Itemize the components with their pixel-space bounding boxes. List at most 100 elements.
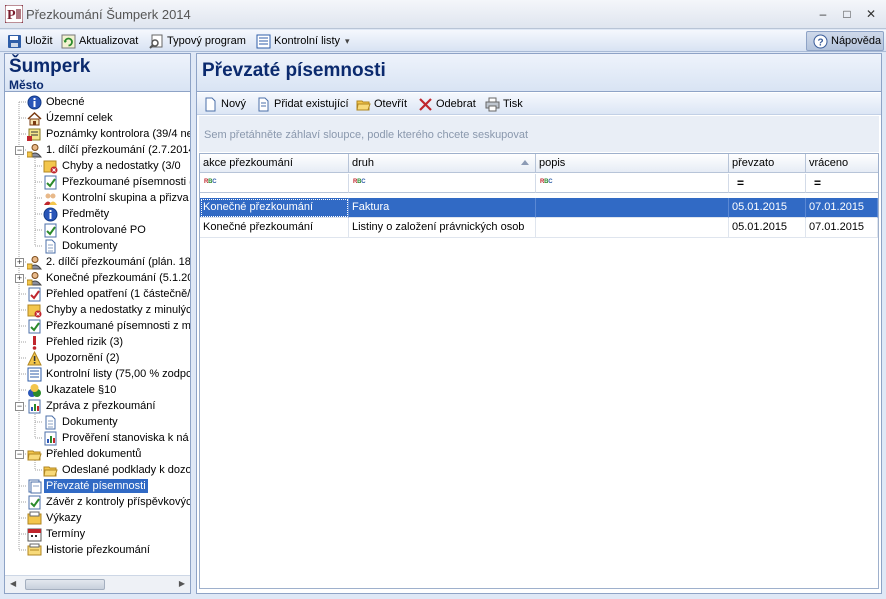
table-cell-prevzato[interactable]: 05.01.2015 [729, 198, 806, 218]
history-icon [27, 543, 42, 555]
add-document-icon [258, 97, 269, 111]
tree-item[interactable]: Ukazatele §10 [27, 382, 118, 398]
table-cell-druh[interactable]: Listiny o založení právnických osob [349, 218, 536, 238]
filter-vraceno[interactable]: = [806, 174, 878, 193]
report-icon [44, 431, 57, 445]
filter-akce[interactable]: RBC [200, 174, 349, 193]
tree-item[interactable]: Historie přezkoumání [27, 542, 152, 558]
risk-icon [32, 335, 37, 350]
table-cell-akce[interactable]: Konečné přezkoumání [200, 198, 349, 218]
tree-item[interactable]: Výkazy [27, 510, 83, 526]
collapse-icon[interactable]: − [15, 450, 24, 459]
column-header-akce[interactable]: akce přezkoumání [200, 154, 349, 173]
table-cell-akce[interactable]: Konečné přezkoumání [200, 218, 349, 238]
tree-item-label: Zpráva z přezkoumání [46, 400, 156, 412]
column-header-prevzato[interactable]: převzato [729, 154, 806, 173]
table-cell-popis[interactable] [536, 218, 729, 238]
delete-x-icon [419, 97, 432, 111]
tree-item-label: Historie přezkoumání [46, 544, 150, 556]
table-cell-druh[interactable]: Faktura [349, 198, 536, 218]
checklists-dropdown[interactable]: Kontrolní listy ▾ [254, 32, 352, 50]
printer-icon [485, 97, 500, 111]
tree-item[interactable]: Kontrolní listy (75,00 % zodpc [27, 366, 190, 382]
horizontal-scrollbar[interactable]: ◀ ▶ [5, 575, 190, 593]
title-bar: P Přezkoumání Šumperk 2014 – □ ✕ [0, 0, 886, 29]
tree-item[interactable]: Přehled opatření (1 částečně/ [27, 286, 190, 302]
scrollbar-thumb[interactable] [25, 579, 105, 590]
filter-popis[interactable]: RBC [536, 174, 729, 193]
tree-item[interactable]: Přehled rizik (3) [27, 334, 125, 350]
tree-item-label: Obecné [46, 96, 85, 108]
new-button[interactable]: Nový [203, 96, 246, 112]
tree-item[interactable]: Předměty [43, 206, 111, 222]
tree-item[interactable]: 1. dílčí přezkoumání (2.7.2014 [27, 142, 190, 158]
tree-item[interactable]: Přezkoumané písemnosti ( [43, 174, 190, 190]
group-by-panel[interactable]: Sem přetáhněte záhlaví sloupce, podle kt… [199, 116, 879, 152]
collapse-icon[interactable]: − [15, 146, 24, 155]
help-button[interactable]: ? Nápověda [806, 31, 884, 51]
tree-item[interactable]: Chyby a nedostatky (3/0 [43, 158, 183, 174]
tree-item[interactable]: Územní celek [27, 110, 115, 126]
tree-item[interactable]: Prověření stanoviska k ná [43, 430, 190, 446]
expand-icon[interactable]: + [15, 258, 24, 267]
minimize-button[interactable]: – [814, 6, 832, 22]
tree-item[interactable]: Závěr z kontroly příspěvkovýc [27, 494, 190, 510]
column-header-popis[interactable]: popis [536, 154, 729, 173]
expand-icon[interactable]: + [15, 274, 24, 283]
tree-item[interactable]: 2. dílčí přezkoumání (plán. 18. [27, 254, 190, 270]
content-panel: Převzaté písemnosti Nový Přidat existují… [196, 53, 882, 594]
navigation-panel: Šumperk Město Obecné Územní celek Poznámky… [4, 53, 191, 594]
refresh-button[interactable]: Aktualizovat [59, 32, 140, 50]
filter-prevzato[interactable]: = [729, 174, 806, 193]
scroll-right-arrow-icon[interactable]: ▶ [179, 579, 185, 588]
table-cell-popis[interactable] [536, 198, 729, 218]
tree-item[interactable]: Obecné [27, 94, 87, 110]
filter-druh[interactable]: RBC [349, 174, 536, 193]
errors-icon [43, 160, 58, 173]
tree-item[interactable]: Přehled dokumentů [27, 446, 143, 462]
column-header-vraceno[interactable]: vráceno [806, 154, 878, 173]
navigation-tree: Obecné Územní celek Poznámky kontrolora (3… [5, 93, 190, 575]
tree-item-label: Závěr z kontroly příspěvkovýc [46, 496, 190, 508]
indicators-icon [28, 383, 41, 397]
tree-item[interactable]: Dokumenty [43, 238, 120, 254]
tree-item[interactable]: Dokumenty [43, 414, 120, 430]
tree-item[interactable]: Konečné přezkoumání (5.1.20 [27, 270, 190, 286]
maximize-button[interactable]: □ [838, 6, 856, 22]
tree-item[interactable]: Upozornění (2) [27, 350, 121, 366]
column-header-druh[interactable]: druh [349, 154, 536, 173]
collapse-icon[interactable]: − [15, 402, 24, 411]
tree-item-label: 1. dílčí přezkoumání (2.7.2014 [46, 144, 190, 156]
remove-button[interactable]: Odebrat [418, 96, 476, 112]
column-header-druh-label: druh [352, 157, 375, 169]
save-button[interactable]: Uložit [5, 32, 55, 50]
list-icon [27, 367, 42, 381]
app-icon: P [5, 5, 23, 23]
add-existing-button[interactable]: Přidat existující [256, 96, 349, 112]
tree-item[interactable]: Termíny [27, 526, 87, 542]
tree-item-label: Výkazy [46, 512, 82, 524]
tree-item[interactable]: Přezkoumané písemnosti z mir [27, 318, 190, 334]
page-title: Převzaté písemnosti [202, 60, 386, 81]
close-button[interactable]: ✕ [862, 6, 880, 22]
equals-filter-icon: = [814, 176, 822, 190]
template-program-button[interactable]: Typový program [147, 32, 248, 50]
house-icon [27, 111, 42, 125]
tree-item[interactable]: Chyby a nedostatky z minulýc [27, 302, 190, 318]
save-icon [8, 34, 21, 48]
tree-item[interactable]: Kontrolované PO [43, 222, 148, 238]
table-cell-prevzato[interactable]: 05.01.2015 [729, 218, 806, 238]
tree-item[interactable]: Odeslané podklady k dozo [43, 462, 190, 478]
tree-item[interactable]: Poznámky kontrolora (39/4 ne [27, 126, 190, 142]
scroll-left-arrow-icon[interactable]: ◀ [10, 579, 16, 588]
open-folder-icon [356, 100, 371, 110]
tree-item[interactable]: Zpráva z přezkoumání [27, 398, 157, 414]
tree-item[interactable]: Převzaté písemnosti [27, 478, 148, 494]
table-cell-vraceno[interactable]: 07.01.2015 [806, 218, 878, 238]
tree-item[interactable]: Kontrolní skupina a přizva [43, 190, 190, 206]
open-button[interactable]: Otevřít [356, 96, 407, 112]
sort-ascending-icon [521, 160, 529, 165]
measures-icon [28, 287, 41, 301]
print-button[interactable]: Tisk [485, 96, 523, 112]
table-cell-vraceno[interactable]: 07.01.2015 [806, 198, 878, 218]
